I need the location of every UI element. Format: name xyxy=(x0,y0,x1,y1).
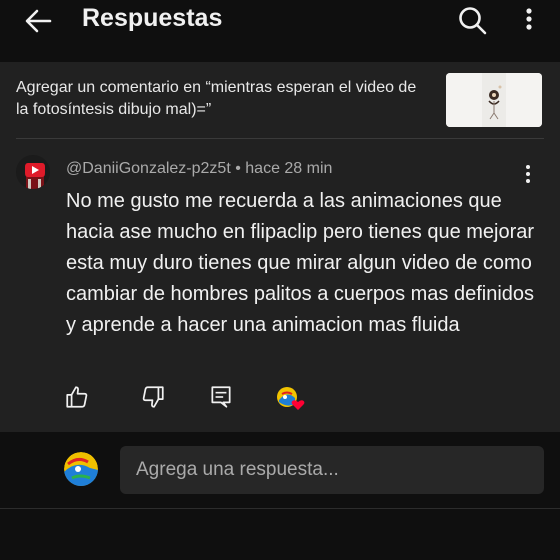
search-button[interactable] xyxy=(456,4,490,36)
reply-bar: Agrega una respuesta... xyxy=(0,432,560,506)
timestamp: hace 28 min xyxy=(245,160,333,177)
reply-button[interactable] xyxy=(208,384,234,410)
meta-separator: • xyxy=(230,160,246,177)
replies-panel: Agregar un comentario en “mientras esper… xyxy=(0,62,560,432)
reply-input[interactable]: Agrega una respuesta... xyxy=(120,446,544,494)
comment-meta: @DaniiGonzalez-p2z5t • hace 28 min xyxy=(66,160,332,178)
thumbnail-drawing-icon xyxy=(446,73,542,127)
avatar[interactable] xyxy=(16,155,50,189)
like-icon xyxy=(66,386,88,408)
back-button[interactable] xyxy=(20,6,56,36)
search-icon xyxy=(459,7,487,35)
dislike-icon xyxy=(142,386,164,408)
more-vert-icon xyxy=(526,165,530,183)
like-button[interactable] xyxy=(64,384,90,410)
reply-icon xyxy=(211,386,231,408)
author-handle[interactable]: @DaniiGonzalez-p2z5t xyxy=(66,160,231,177)
more-options-button[interactable] xyxy=(518,4,540,36)
comment-text: No me gusto me recuerda a las animacione… xyxy=(66,190,535,336)
creator-heart-icon xyxy=(277,387,305,410)
video-context-row[interactable]: Agregar un comentario en “mientras esper… xyxy=(0,62,560,138)
top-app-bar: Respuestas xyxy=(0,0,560,62)
comment-more-button[interactable] xyxy=(518,162,538,186)
video-thumbnail[interactable] xyxy=(446,73,542,127)
page-title: Respuestas xyxy=(82,4,223,32)
avatar xyxy=(64,452,98,486)
video-context-text: Agregar un comentario en “mientras esper… xyxy=(16,79,417,118)
user-avatar-icon xyxy=(64,452,98,486)
creator-heart xyxy=(276,386,306,412)
more-vert-icon xyxy=(526,8,532,30)
divider xyxy=(16,138,544,139)
dislike-button[interactable] xyxy=(140,384,166,410)
comment-actions xyxy=(0,384,560,414)
author-avatar-icon xyxy=(16,155,50,189)
arrow-left-icon xyxy=(25,9,52,33)
divider xyxy=(0,508,560,509)
